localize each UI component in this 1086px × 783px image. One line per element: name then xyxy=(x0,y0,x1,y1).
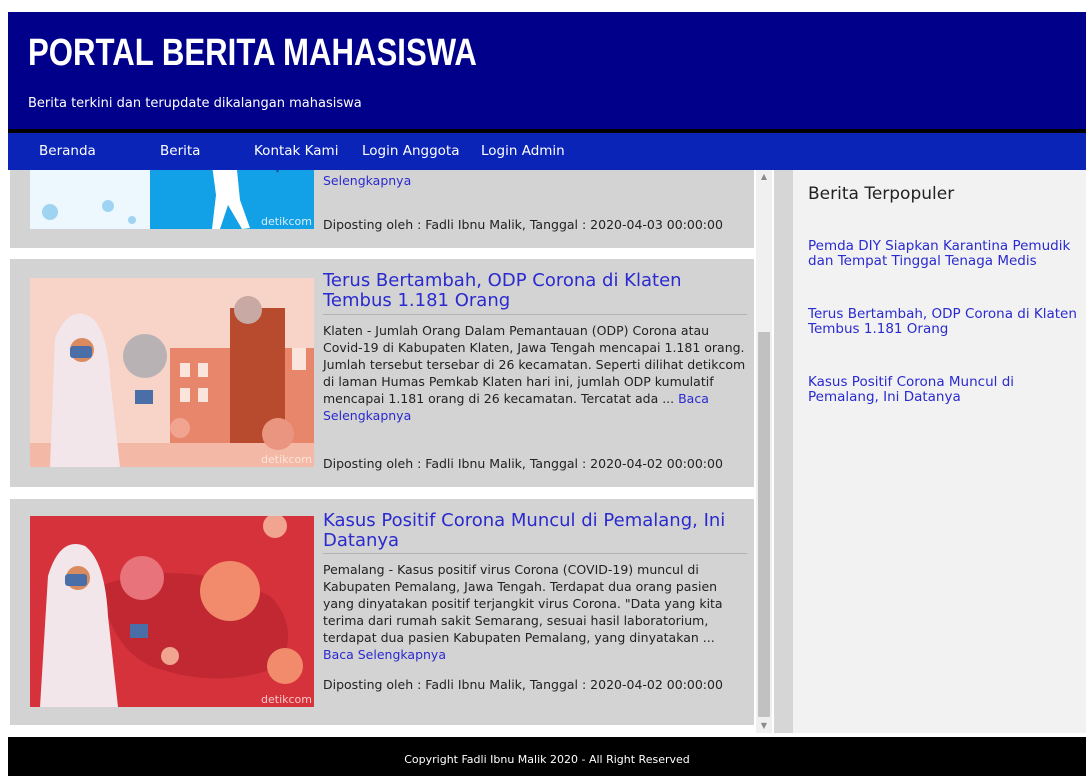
popular-news-link[interactable]: Terus Bertambah, ODP Corona di Klaten Te… xyxy=(808,307,1086,337)
article-meta: Diposting oleh : Fadli Ibnu Malik, Tangg… xyxy=(323,217,723,232)
site-tagline: Berita terkini dan terupdate dikalangan … xyxy=(28,96,362,111)
article-thumbnail[interactable]: detikcom xyxy=(30,278,314,467)
nav-item-login-anggota[interactable]: Login Anggota xyxy=(362,133,459,170)
article-thumbnail-illustration xyxy=(30,516,314,707)
article-divider xyxy=(323,314,747,315)
article-meta: Diposting oleh : Fadli Ibnu Malik, Tangg… xyxy=(323,677,723,692)
article-scroll-container[interactable]: detikcom Selengkapnya Diposting oleh : F… xyxy=(8,170,774,733)
content-scrollbar[interactable]: ▲ ▼ xyxy=(756,170,772,733)
article-divider xyxy=(323,553,747,554)
article-excerpt-text: Pemalang - Kasus positif virus Corona (C… xyxy=(323,562,723,645)
column-gutter xyxy=(774,170,793,733)
read-more-link[interactable]: Selengkapnya xyxy=(323,173,411,188)
nav-item-berita[interactable]: Berita xyxy=(160,133,200,170)
article-thumbnail[interactable]: detikcom xyxy=(30,170,314,229)
article-excerpt: Selengkapnya xyxy=(323,172,747,189)
article-card: detikcom Selengkapnya Diposting oleh : F… xyxy=(10,170,754,248)
footer-copyright: Copyright Fadli Ibnu Malik 2020 - All Ri… xyxy=(404,753,690,766)
site-header: PORTAL BERITA MAHASISWA Berita terkini d… xyxy=(8,12,1086,129)
nav-item-beranda[interactable]: Beranda xyxy=(39,133,96,170)
scrollbar-thumb[interactable] xyxy=(758,332,770,717)
article-title[interactable]: Kasus Positif Corona Muncul di Pemalang,… xyxy=(323,511,747,551)
popular-news-link[interactable]: Kasus Positif Corona Muncul di Pemalang,… xyxy=(808,375,1086,405)
article-thumbnail[interactable]: detikcom xyxy=(30,516,314,707)
popular-news-link[interactable]: Pemda DIY Siapkan Karantina Pemudik dan … xyxy=(808,239,1086,269)
article-excerpt: Klaten - Jumlah Orang Dalam Pemantauan (… xyxy=(323,322,747,424)
main-navbar: Beranda Berita Kontak Kami Login Anggota… xyxy=(8,133,1086,170)
image-credit: detikcom xyxy=(261,215,312,228)
site-title: PORTAL BERITA MAHASISWA xyxy=(28,32,477,74)
scroll-down-arrow-icon[interactable]: ▼ xyxy=(756,719,772,733)
article-excerpt: Pemalang - Kasus positif virus Corona (C… xyxy=(323,561,747,663)
article-card: detikcom Kasus Positif Corona Muncul di … xyxy=(10,499,754,725)
nav-item-login-admin[interactable]: Login Admin xyxy=(481,133,565,170)
popular-news-sidebar: Berita Terpopuler Pemda DIY Siapkan Kara… xyxy=(793,170,1086,733)
article-card: detikcom Terus Bertambah, ODP Corona di … xyxy=(10,259,754,487)
image-credit: detikcom xyxy=(261,693,312,706)
article-meta: Diposting oleh : Fadli Ibnu Malik, Tangg… xyxy=(323,456,723,471)
nav-item-kontak-kami[interactable]: Kontak Kami xyxy=(254,133,338,170)
read-more-link[interactable]: Baca Selengkapnya xyxy=(323,647,446,662)
site-footer: Copyright Fadli Ibnu Malik 2020 - All Ri… xyxy=(8,737,1086,776)
article-title[interactable]: Terus Bertambah, ODP Corona di Klaten Te… xyxy=(323,271,747,311)
image-credit: detikcom xyxy=(261,453,312,466)
article-thumbnail-illustration xyxy=(30,278,314,467)
scroll-up-arrow-icon[interactable]: ▲ xyxy=(756,170,772,184)
sidebar-heading: Berita Terpopuler xyxy=(808,184,955,204)
article-list-panel: detikcom Selengkapnya Diposting oleh : F… xyxy=(8,170,774,733)
